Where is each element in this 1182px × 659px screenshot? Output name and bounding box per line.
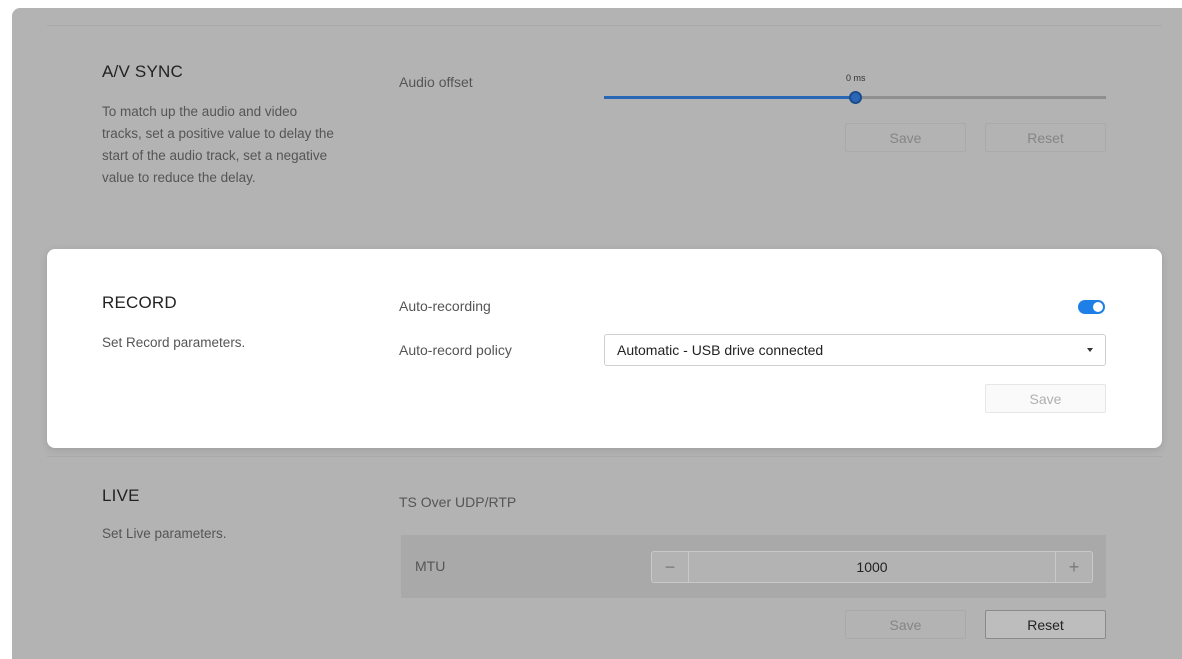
- audio-offset-slider-thumb[interactable]: [849, 91, 862, 104]
- auto-recording-label: Auto-recording: [399, 298, 491, 314]
- live-title: LIVE: [102, 486, 140, 505]
- audio-offset-label: Audio offset: [399, 74, 473, 90]
- av-sync-title: A/V SYNC: [102, 62, 183, 81]
- av-sync-save-button[interactable]: Save: [845, 123, 966, 152]
- audio-offset-value: 0 ms: [846, 73, 866, 83]
- record-save-button[interactable]: Save: [985, 384, 1106, 413]
- chevron-down-icon: [1087, 348, 1093, 352]
- ts-over-udp-label: TS Over UDP/RTP: [399, 494, 517, 510]
- auto-recording-toggle[interactable]: [1078, 300, 1105, 314]
- mtu-stepper[interactable]: − 1000 +: [651, 551, 1093, 583]
- audio-offset-slider-fill: [604, 96, 855, 99]
- mtu-label: MTU: [415, 558, 446, 574]
- mtu-increment-button[interactable]: +: [1056, 552, 1092, 582]
- av-sync-section: A/V SYNC To match up the audio and video…: [47, 25, 1162, 251]
- av-sync-reset-button[interactable]: Reset: [985, 123, 1106, 152]
- auto-record-policy-value: Automatic - USB drive connected: [617, 342, 824, 358]
- auto-record-policy-select[interactable]: Automatic - USB drive connected: [604, 334, 1106, 366]
- auto-record-policy-label: Auto-record policy: [399, 342, 512, 358]
- live-reset-button[interactable]: Reset: [985, 610, 1106, 639]
- mtu-row: MTU − 1000 +: [401, 535, 1106, 598]
- mtu-decrement-button[interactable]: −: [652, 552, 688, 582]
- audio-offset-slider[interactable]: [604, 91, 1106, 104]
- record-description: Set Record parameters.: [102, 335, 246, 350]
- live-section: LIVE Set Live parameters. TS Over UDP/RT…: [47, 456, 1162, 659]
- mtu-value-input[interactable]: 1000: [688, 552, 1056, 582]
- toggle-knob: [1093, 302, 1103, 312]
- settings-page: A/V SYNC To match up the audio and video…: [12, 8, 1182, 659]
- av-sync-description: To match up the audio and video tracks, …: [102, 104, 334, 185]
- record-title: RECORD: [102, 293, 177, 312]
- record-section: RECORD Set Record parameters. Auto-recor…: [47, 249, 1162, 448]
- live-description: Set Live parameters.: [102, 526, 227, 541]
- live-save-button[interactable]: Save: [845, 610, 966, 639]
